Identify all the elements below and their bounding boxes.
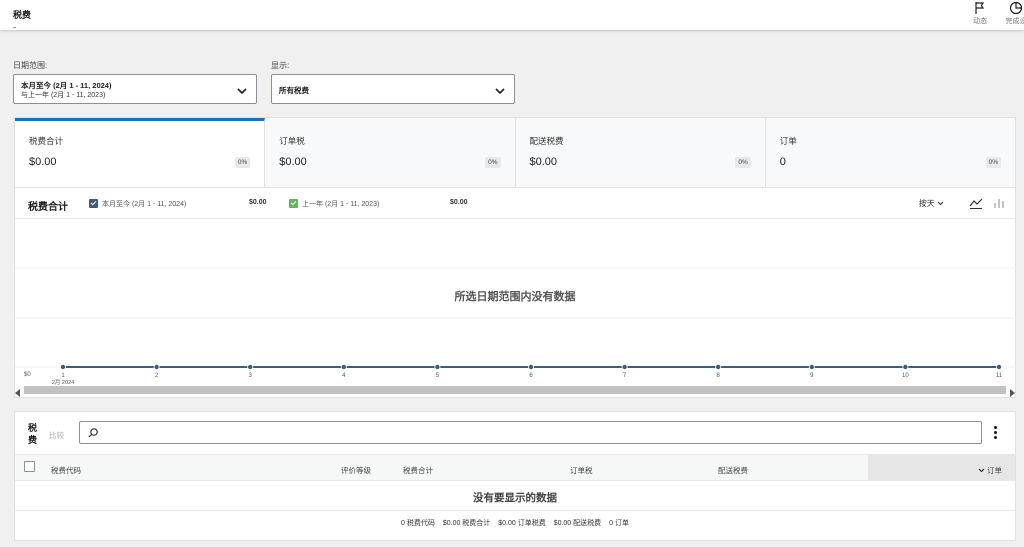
card-title: 税费合计 (29, 136, 64, 146)
empty-table-message: 没有要显示的数据 (15, 482, 1015, 511)
column-order-tax[interactable]: 订单税 (570, 465, 593, 476)
card-order-tax[interactable]: 订单税 $0.00 0% (265, 118, 516, 187)
chart-scrollbar[interactable] (14, 384, 1016, 397)
delta-badge: 0% (985, 157, 1001, 168)
scroll-thumb[interactable] (24, 386, 1006, 394)
more-options-icon[interactable] (994, 426, 997, 441)
card-title: 配送税费 (529, 136, 564, 146)
flag-icon (963, 1, 997, 16)
table-title: 税费 (28, 423, 38, 445)
summary-item: $0.00 订单税费 (498, 520, 546, 527)
breadcrumb-marker (13, 27, 16, 28)
progress-circle-icon (999, 1, 1024, 16)
card-title: 订单 (779, 136, 797, 146)
scroll-left-icon[interactable] (15, 386, 21, 400)
card-shipping-tax[interactable]: 配送税费 $0.00 0% (515, 118, 766, 187)
x-tick-label: 11 (996, 373, 1003, 379)
delta-badge: 0% (234, 157, 251, 168)
x-tick-label: 3 (249, 373, 253, 379)
summary-item: 0 税费代码 (401, 520, 435, 527)
data-point (996, 363, 1003, 370)
chevron-down-icon (495, 84, 505, 98)
x-tick-label: 7 (623, 373, 627, 379)
column-total-tax[interactable]: 税费合计 (403, 465, 433, 476)
scroll-right-icon[interactable] (1009, 386, 1015, 400)
table-header: 税费代码 评价等级 税费合计 订单税 配送税费 订单 (15, 454, 1015, 481)
show-label: 显示: (271, 61, 290, 70)
search-input[interactable] (79, 421, 982, 444)
card-value: 0 (779, 156, 786, 168)
date-range-compare: 与上一年 (2月 1 - 11, 2023) (21, 92, 106, 99)
select-all-checkbox[interactable] (24, 461, 35, 472)
x-tick-label: 8 (717, 373, 721, 379)
y-tick-label: $0 (24, 372, 31, 378)
data-point (621, 363, 628, 370)
delta-badge: 0% (735, 157, 751, 168)
x-tick-label: 2 (155, 373, 159, 379)
data-point (715, 363, 722, 370)
column-shipping-tax[interactable]: 配送税费 (718, 465, 748, 476)
no-data-message: 所选日期范围内没有数据 (454, 291, 576, 303)
x-tick-label: 4 (342, 373, 346, 379)
show-value: 所有税费 (279, 86, 309, 95)
show-select[interactable]: 所有税费 (271, 74, 515, 104)
table-summary: 0 税费代码 $0.00 税费合计 $0.00 订单税费 $0.00 配送税费 … (15, 518, 1015, 528)
x-tick-label: 10 (902, 373, 909, 379)
chevron-down-icon (978, 466, 985, 475)
delta-badge: 0% (485, 157, 501, 168)
card-orders[interactable]: 订单 0 0% (765, 118, 1015, 187)
card-value: $0.00 (29, 156, 57, 168)
card-title: 订单税 (279, 136, 305, 146)
x-tick-label: 6 (529, 373, 533, 379)
column-tax-code[interactable]: 税费代码 (51, 465, 81, 476)
card-total-tax[interactable]: 税费合计 $0.00 0% (15, 118, 266, 187)
summary-item: $0.00 税费合计 (442, 520, 491, 527)
data-point (60, 363, 67, 370)
data-point (153, 363, 160, 370)
compare-button[interactable]: 比较 (49, 430, 64, 441)
top-bar: 税费 动态 完成设 (0, 0, 1024, 30)
taxes-table-panel: 税费 比较 税费代码 评价等级 税费合计 订单税 配送税费 订单 没有要显示的数… (14, 411, 1016, 541)
data-point (808, 363, 815, 370)
x-tick-label: 1 (61, 373, 65, 379)
date-range-select[interactable]: 本月至今 (2月 1 - 11, 2024) 与上一年 (2月 1 - 11, … (13, 74, 257, 104)
data-point (902, 363, 909, 370)
finish-setup-label: 完成设 (1005, 18, 1024, 25)
summary-cards: 税费合计 $0.00 0% 订单税 $0.00 0% 配送税费 $0.00 0%… (14, 117, 1016, 188)
summary-item: $0.00 配送税费 (553, 520, 602, 527)
column-orders: 订单 (987, 466, 1002, 475)
column-orders-sorted[interactable]: 订单 (868, 455, 1015, 480)
chart-panel: 税费合计 本月至今 (2月 1 - 11, 2024) $0.00 上一年 (2… (14, 188, 1017, 398)
card-value: $0.00 (279, 156, 307, 168)
card-value: $0.00 (529, 156, 558, 168)
activity-button[interactable]: 动态 (963, 1, 997, 27)
x-tick-label: 5 (436, 373, 440, 379)
activity-label: 动态 (973, 18, 987, 25)
finish-setup-button[interactable]: 完成设 (999, 1, 1024, 27)
date-range-label: 日期范围: (13, 61, 48, 70)
chevron-down-icon (237, 84, 247, 98)
summary-item: 0 订单 (609, 520, 629, 527)
search-icon (88, 427, 99, 441)
data-point (528, 363, 535, 370)
column-rate[interactable]: 评价等级 (341, 465, 371, 476)
data-point (340, 363, 347, 370)
data-point (247, 363, 254, 370)
data-point (434, 363, 441, 370)
page-title: 税费 (13, 10, 32, 20)
x-tick-label: 9 (810, 373, 814, 379)
